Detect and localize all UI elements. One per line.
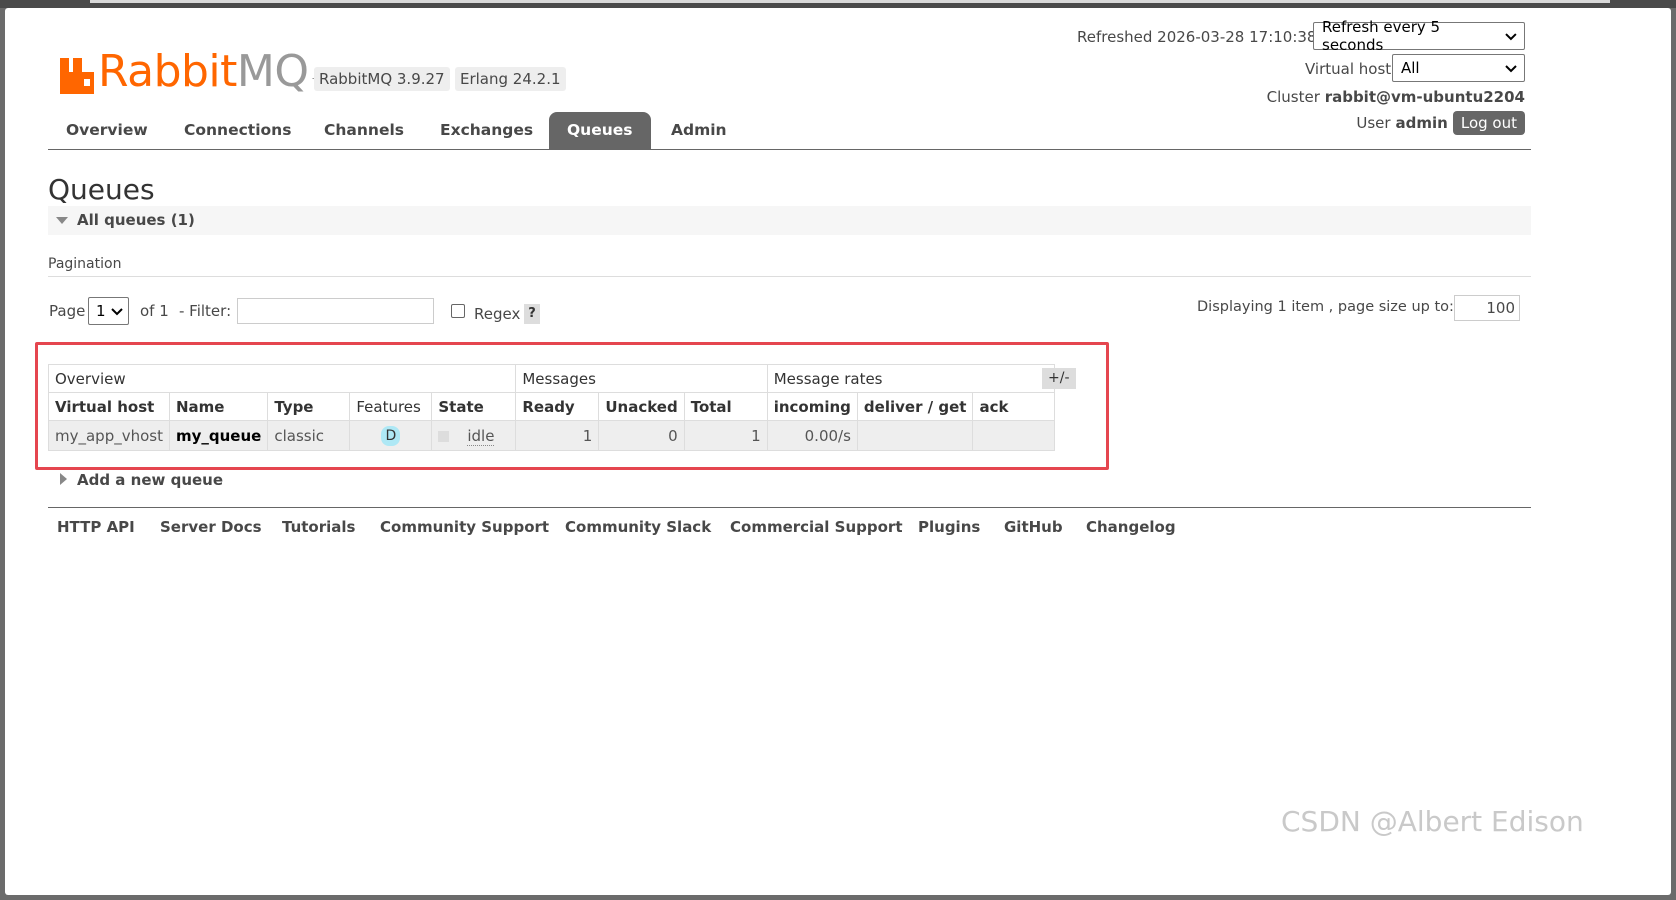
cell-ready: 1 — [515, 420, 600, 451]
vhost-label: Virtual host — [1305, 60, 1392, 78]
browser-top-strip — [0, 0, 1676, 8]
col-deliver-get[interactable]: deliver / get — [856, 392, 974, 421]
col-unacked[interactable]: Unacked — [598, 392, 685, 421]
footer-link-commercial-support[interactable]: Commercial Support — [730, 518, 903, 536]
watermark: CSDN @Albert Edison — [1281, 805, 1584, 838]
page-size-input[interactable]: 100 — [1454, 295, 1520, 321]
tab-connections[interactable]: Connections — [166, 112, 309, 149]
vhost-value: All — [1401, 59, 1420, 77]
refreshed-timestamp: Refreshed 2026-03-28 17:10:38 — [1077, 28, 1317, 46]
triangle-right-icon — [60, 473, 67, 485]
cell-ack — [972, 420, 1056, 451]
displaying-info: Displaying 1 item , page size up to: — [1197, 299, 1454, 315]
all-queues-label: All queues (1) — [77, 211, 195, 229]
cell-deliver-get — [856, 420, 974, 451]
all-queues-section-toggle[interactable]: All queues (1) — [48, 206, 1531, 235]
triangle-down-icon — [56, 217, 68, 224]
durable-feature-badge: D — [381, 425, 401, 446]
tab-admin[interactable]: Admin — [653, 112, 745, 149]
rabbitmq-logo-icon — [60, 58, 94, 94]
page-of-label: of 1 — [140, 302, 169, 320]
cell-total: 1 — [683, 420, 768, 451]
footer-link-changelog[interactable]: Changelog — [1086, 518, 1176, 536]
logo-wordmark: RabbitMQ — [98, 46, 309, 97]
regex-checkbox[interactable] — [451, 304, 465, 318]
col-ack[interactable]: ack — [972, 392, 1056, 421]
regex-help-icon[interactable]: ? — [524, 304, 540, 324]
tab-queues[interactable]: Queues — [549, 112, 651, 149]
page-frame: RabbitMQ TM RabbitMQ 3.9.27 Erlang 24.2.… — [5, 8, 1671, 895]
cell-state: idle — [431, 420, 517, 451]
table-row: my_app_vhost my_queue classic D idle 1 0… — [48, 420, 1056, 451]
browser-top-strip-inner — [90, 0, 1610, 3]
footer-link-community-support[interactable]: Community Support — [380, 518, 549, 536]
footer-link-server-docs[interactable]: Server Docs — [160, 518, 262, 536]
queues-table: Overview Messages Message rates Virtual … — [47, 364, 1056, 451]
version-badge: RabbitMQ 3.9.27 — [314, 67, 450, 91]
footer-link-plugins[interactable]: Plugins — [918, 518, 980, 536]
page-title: Queues — [48, 173, 155, 206]
footer-divider — [48, 507, 1531, 508]
cluster-name: rabbit@vm-ubuntu2204 — [1324, 88, 1525, 106]
pagination-divider — [48, 276, 1531, 277]
main-nav: Overview Connections Channels Exchanges … — [48, 112, 1531, 150]
chevron-down-icon — [1505, 65, 1517, 73]
cell-features: D — [349, 420, 433, 451]
col-name[interactable]: Name — [168, 392, 269, 421]
cluster-label: Cluster — [1266, 88, 1320, 106]
tab-overview[interactable]: Overview — [48, 112, 166, 149]
col-ready[interactable]: Ready — [515, 392, 600, 421]
cell-type: classic — [267, 420, 351, 451]
regex-label: Regex — [474, 305, 521, 323]
filter-input[interactable] — [237, 298, 434, 324]
state-label: idle — [467, 426, 495, 446]
group-overview: Overview — [47, 364, 517, 393]
tab-exchanges[interactable]: Exchanges — [422, 112, 551, 149]
rabbitmq-logo[interactable]: RabbitMQ TM — [60, 38, 330, 94]
tab-channels[interactable]: Channels — [306, 112, 422, 149]
group-message-rates: Message rates — [766, 364, 1056, 393]
page-label: Page — [49, 302, 86, 320]
add-queue-section-toggle[interactable]: Add a new queue — [77, 471, 223, 489]
chevron-down-icon — [1505, 33, 1517, 41]
cell-vhost: my_app_vhost — [48, 420, 170, 451]
cell-incoming: 0.00/s — [766, 420, 858, 451]
cluster-info: Cluster rabbit@vm-ubuntu2204 — [1267, 88, 1525, 106]
page-value: 1 — [96, 302, 106, 320]
columns-toggle-button[interactable]: +/- — [1042, 368, 1076, 389]
footer-link-github[interactable]: GitHub — [1004, 518, 1063, 536]
page-select[interactable]: 1 — [88, 297, 129, 325]
refresh-interval-select[interactable]: Refresh every 5 seconds — [1313, 18, 1525, 54]
col-total[interactable]: Total — [683, 392, 768, 421]
refresh-interval-value: Refresh every 5 seconds — [1322, 18, 1441, 54]
filter-label: - Filter: — [179, 302, 232, 320]
erlang-badge: Erlang 24.2.1 — [455, 67, 566, 91]
col-state[interactable]: State — [431, 392, 517, 421]
state-indicator-icon — [438, 430, 450, 442]
col-type[interactable]: Type — [267, 392, 351, 421]
col-features: Features — [349, 392, 433, 421]
cell-unacked: 0 — [598, 420, 685, 451]
cell-queue-name-link[interactable]: my_queue — [168, 420, 269, 451]
col-virtual-host[interactable]: Virtual host — [48, 392, 170, 421]
vhost-select[interactable]: All — [1392, 54, 1525, 82]
footer-link-community-slack[interactable]: Community Slack — [565, 518, 711, 536]
col-incoming[interactable]: incoming — [766, 392, 858, 421]
pagination-title: Pagination — [48, 256, 122, 272]
chevron-down-icon — [111, 308, 123, 316]
group-messages: Messages — [515, 364, 768, 393]
footer-link-http-api[interactable]: HTTP API — [57, 518, 135, 536]
footer-link-tutorials[interactable]: Tutorials — [282, 518, 355, 536]
